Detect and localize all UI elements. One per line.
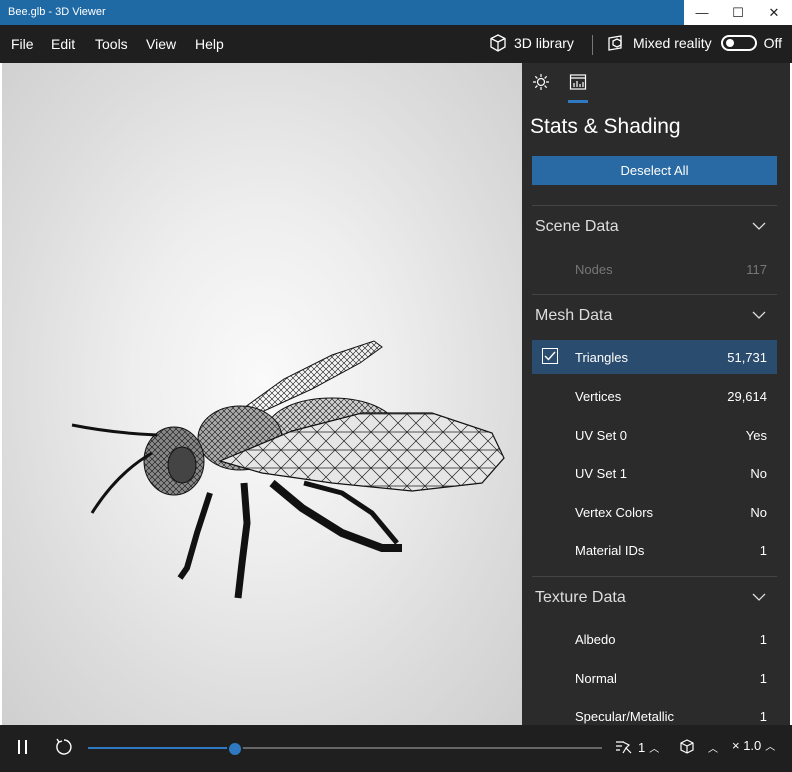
stats-panel: Stats & Shading Deselect All Scene Data … [522,63,790,725]
stat-row-normal[interactable]: Normal 1 [532,661,777,695]
toggle-switch[interactable] [720,35,757,51]
checkmark-icon [544,351,556,361]
stat-value: 1 [759,671,767,686]
environment-selector[interactable]: ︿ [678,738,718,756]
menu-bar: File Edit Tools View Help 3D library Mix… [0,25,792,63]
stat-row-nodes[interactable]: Nodes 117 [532,252,777,286]
chevron-down-icon[interactable] [752,311,766,320]
animation-selector[interactable]: 1 ︿ [614,738,659,756]
stat-label: Specular/Metallic [575,709,674,724]
panel-title: Stats & Shading [530,115,681,138]
mixed-reality-state: Off [763,35,783,51]
stat-label: Material IDs [575,543,645,558]
maximize-button[interactable]: ☐ [720,0,756,25]
stat-label: Vertices [575,389,622,404]
texture-data-header[interactable]: Texture Data [535,589,626,607]
window-controls: — ☐ ✕ [684,0,792,25]
stat-label: Triangles [575,350,628,365]
reset-icon[interactable] [54,737,74,757]
chevron-up-icon: ︿ [765,742,776,753]
window-title: Bee.glb - 3D Viewer [8,6,106,18]
menu-edit[interactable]: Edit [51,36,75,52]
cube-icon [490,34,506,52]
stat-row-uv-set-0[interactable]: UV Set 0 Yes [532,418,777,452]
stat-label: Vertex Colors [575,505,654,520]
animation-icon [616,741,632,754]
stat-label: Albedo [575,632,616,647]
animation-count: 1 [638,739,646,755]
close-button[interactable]: ✕ [756,0,792,25]
chevron-down-icon[interactable] [752,593,766,602]
cube-icon [680,739,694,754]
stat-value: 1 [759,709,767,724]
divider [532,205,777,206]
mixed-reality-icon [608,35,622,51]
divider [532,576,777,577]
speed-selector[interactable]: × 1.0 ︿ [732,738,775,753]
stat-row-albedo[interactable]: Albedo 1 [532,622,777,656]
menu-view[interactable]: View [146,36,176,52]
stat-value: 29,614 [727,389,767,404]
stat-value: No [750,466,767,481]
chevron-up-icon: ︿ [708,743,718,755]
stat-row-triangles[interactable]: Triangles 51,731 [532,340,777,374]
3d-viewport[interactable] [2,63,522,725]
stat-value: 1 [759,632,767,647]
timeline-track[interactable] [88,747,602,749]
minimize-button[interactable]: — [684,0,720,25]
stat-row-vertex-colors[interactable]: Vertex Colors No [532,495,777,529]
title-bar: Bee.glb - 3D Viewer — ☐ ✕ [0,0,792,25]
pause-icon[interactable] [18,740,28,754]
stat-row-vertices[interactable]: Vertices 29,614 [532,379,777,413]
stat-value: No [750,505,767,520]
chevron-up-icon: ︿ [649,743,660,755]
animation-bar: 1 ︿ ︿ × 1.0 ︿ [0,725,792,772]
divider [532,294,777,295]
stat-label: UV Set 0 [575,428,628,443]
checkbox[interactable] [542,348,558,364]
stat-label: Normal [575,671,617,686]
menu-tools[interactable]: Tools [95,36,128,52]
stat-value: Yes [745,428,767,443]
mixed-reality-label: Mixed reality [633,35,712,51]
toolbar-divider [592,35,593,55]
stat-value: 51,731 [727,350,767,365]
stats-icon[interactable] [569,73,587,91]
menu-file[interactable]: File [11,36,34,52]
scene-data-header[interactable]: Scene Data [535,218,619,236]
chevron-down-icon[interactable] [752,222,766,231]
stat-label: Nodes [575,262,613,277]
menu-help[interactable]: Help [195,36,224,52]
mixed-reality-toggle[interactable]: Mixed reality Off [606,33,782,53]
stat-row-uv-set-1[interactable]: UV Set 1 No [532,456,777,490]
mesh-data-header[interactable]: Mesh Data [535,307,612,325]
timeline-thumb[interactable] [227,741,244,757]
stat-label: UV Set 1 [575,466,628,481]
speed-value: × 1.0 [732,738,762,753]
stat-value: 117 [746,262,767,277]
stat-row-material-ids[interactable]: Material IDs 1 [532,533,777,567]
active-tab-indicator [568,100,588,103]
3d-library-label: 3D library [514,35,574,51]
bee-model[interactable] [2,63,522,725]
stat-value: 1 [759,543,767,558]
stat-row-specular-metallic[interactable]: Specular/Metallic 1 [532,699,777,725]
lighting-icon[interactable] [532,73,550,91]
3d-library-button[interactable]: 3D library [488,33,574,53]
timeline-progress [88,747,235,749]
deselect-all-button[interactable]: Deselect All [532,156,777,185]
